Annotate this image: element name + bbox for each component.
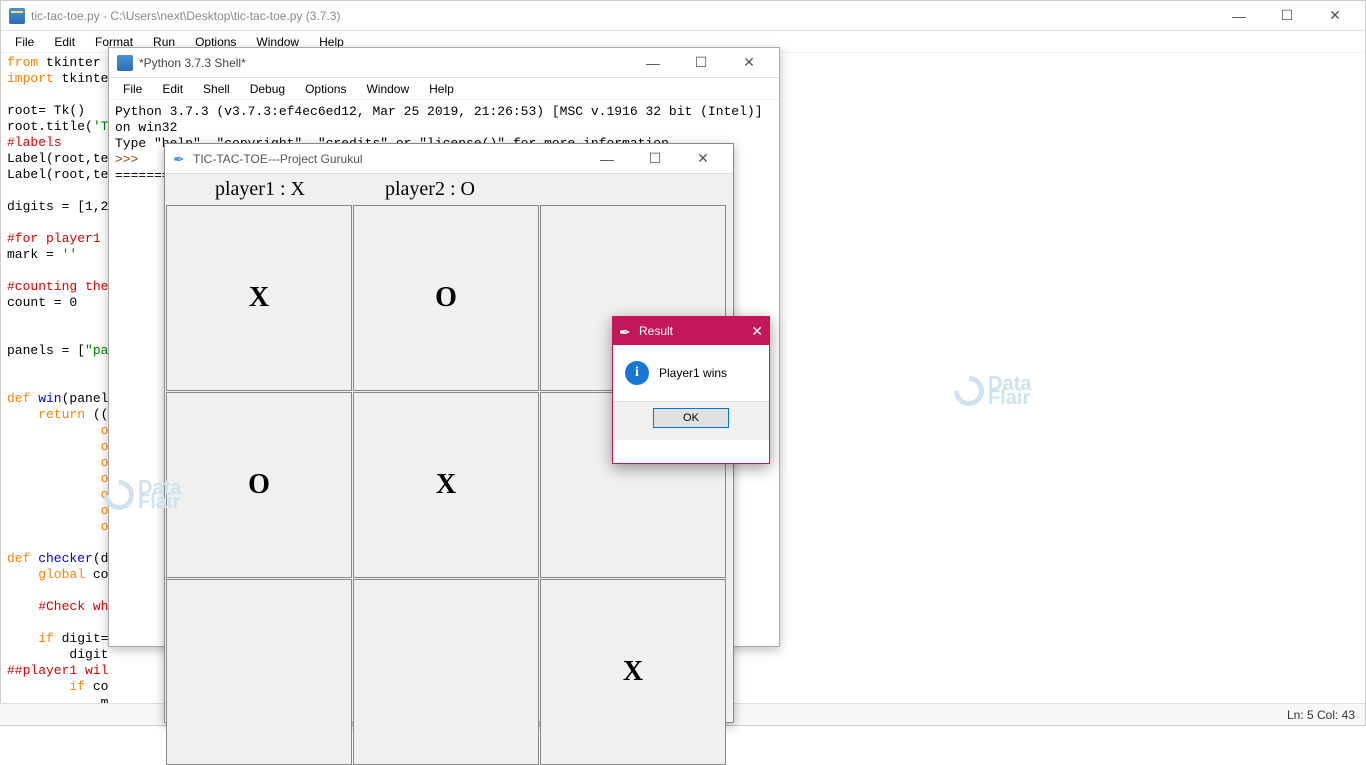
ok-button[interactable]: OK: [653, 408, 729, 428]
editor-title: tic-tac-toe.py - C:\Users\next\Desktop\t…: [31, 9, 340, 23]
cell-8[interactable]: X: [540, 579, 726, 765]
close-icon[interactable]: ✕: [751, 323, 763, 340]
maximize-button[interactable]: ☐: [679, 49, 723, 77]
python-file-icon: [9, 8, 25, 24]
shell-window-controls: — ☐ ✕: [631, 49, 771, 77]
menu-shell[interactable]: Shell: [193, 80, 240, 98]
close-button[interactable]: ✕: [1313, 2, 1357, 30]
menu-debug[interactable]: Debug: [240, 80, 295, 98]
menu-file[interactable]: File: [5, 33, 44, 51]
cell-6[interactable]: [166, 579, 352, 765]
info-icon: i: [625, 361, 649, 385]
cell-0[interactable]: X: [166, 205, 352, 391]
shell-menubar: File Edit Shell Debug Options Window Hel…: [109, 78, 779, 100]
result-dialog: ✒ Result ✕ i Player1 wins OK: [612, 316, 770, 464]
dialog-title: Result: [639, 324, 673, 338]
menu-window[interactable]: Window: [356, 80, 419, 98]
game-titlebar: ✒ TIC-TAC-TOE---Project Gurukul — ☐ ✕: [165, 144, 733, 174]
maximize-button[interactable]: ☐: [1265, 2, 1309, 30]
cursor-position: Ln: 5 Col: 43: [1287, 708, 1355, 722]
player2-label: player2 : O: [385, 178, 475, 201]
player1-label: player1 : X: [215, 178, 305, 201]
game-title: TIC-TAC-TOE---Project Gurukul: [193, 152, 363, 166]
close-button[interactable]: ✕: [681, 145, 725, 173]
tk-icon: ✒: [619, 324, 633, 338]
editor-titlebar: tic-tac-toe.py - C:\Users\next\Desktop\t…: [1, 1, 1365, 31]
close-button[interactable]: ✕: [727, 49, 771, 77]
player-labels: player1 : X player2 : O: [165, 174, 733, 204]
menu-help[interactable]: Help: [419, 80, 464, 98]
minimize-button[interactable]: —: [631, 49, 675, 77]
menu-edit[interactable]: Edit: [44, 33, 85, 51]
menu-file[interactable]: File: [113, 80, 152, 98]
shell-title: *Python 3.7.3 Shell*: [139, 56, 246, 70]
dialog-body: i Player1 wins: [613, 345, 769, 401]
game-board: X O O X X: [166, 205, 732, 765]
menu-edit[interactable]: Edit: [152, 80, 193, 98]
window-controls: — ☐ ✕: [1217, 2, 1357, 30]
maximize-button[interactable]: ☐: [633, 145, 677, 173]
python-icon: [117, 55, 133, 71]
cell-1[interactable]: O: [353, 205, 539, 391]
menu-options[interactable]: Options: [295, 80, 356, 98]
cell-3[interactable]: O: [166, 392, 352, 578]
cell-7[interactable]: [353, 579, 539, 765]
tk-icon: ✒: [173, 152, 187, 166]
dialog-footer: OK: [613, 401, 769, 440]
game-window-controls: — ☐ ✕: [585, 145, 725, 173]
minimize-button[interactable]: —: [585, 145, 629, 173]
dialog-message: Player1 wins: [659, 366, 727, 380]
cell-4[interactable]: X: [353, 392, 539, 578]
dialog-titlebar: ✒ Result ✕: [613, 317, 769, 345]
shell-titlebar: *Python 3.7.3 Shell* — ☐ ✕: [109, 48, 779, 78]
minimize-button[interactable]: —: [1217, 2, 1261, 30]
